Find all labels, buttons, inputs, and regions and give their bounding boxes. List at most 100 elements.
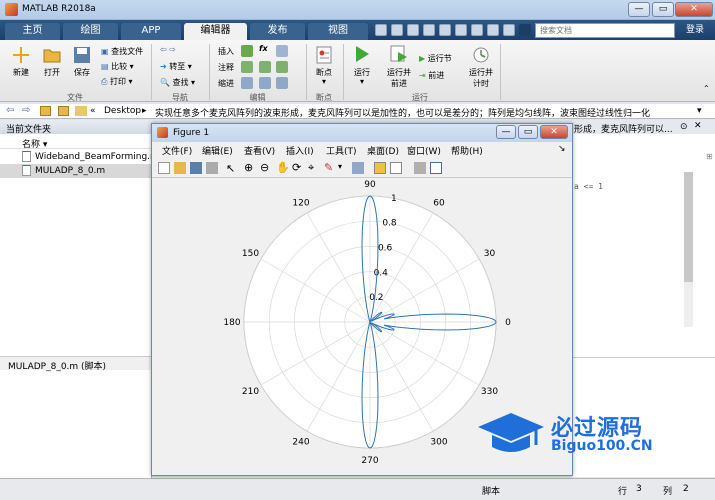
- find-files-button[interactable]: ▣ 查找文件: [101, 46, 143, 57]
- menu-view[interactable]: 查看(V): [244, 144, 275, 157]
- compare-button[interactable]: ▤ 比较 ▾: [101, 61, 134, 72]
- tab-editor[interactable]: 编辑器: [184, 23, 247, 40]
- menu-insert[interactable]: 插入(I): [286, 144, 314, 157]
- open-button[interactable]: 打开: [37, 67, 67, 78]
- insert-colorbar-icon[interactable]: [374, 162, 386, 174]
- file-item-selected[interactable]: MULADP_8_0.m: [0, 164, 152, 178]
- maximize-button[interactable]: ▭: [652, 2, 674, 17]
- quick-copy-icon[interactable]: [439, 24, 451, 36]
- title-bar: MATLAB R2018a — ▭ ✕: [0, 0, 715, 20]
- insert-legend-icon[interactable]: [390, 162, 402, 174]
- link-plot-icon[interactable]: [352, 162, 364, 174]
- forward-arrow-icon[interactable]: ⇨: [22, 105, 30, 116]
- open-folder-icon: [43, 49, 61, 63]
- quick-undo-icon[interactable]: [471, 24, 483, 36]
- insert-dropdown-icon[interactable]: [276, 45, 288, 57]
- find-icon: 🔍: [160, 78, 170, 87]
- comment-button[interactable]: 注释: [218, 62, 234, 73]
- quick-open-icon[interactable]: [391, 24, 403, 36]
- save-figure-icon[interactable]: [190, 162, 202, 174]
- file-item[interactable]: Wideband_BeamForming.m: [0, 150, 159, 164]
- menu-desktop[interactable]: 桌面(D): [367, 144, 399, 157]
- tab-home[interactable]: 主页: [5, 23, 60, 40]
- menu-window[interactable]: 窗口(W): [407, 144, 441, 157]
- indent-decrease-icon[interactable]: [276, 77, 288, 89]
- quick-switch-icon[interactable]: [503, 24, 515, 36]
- tab-plots[interactable]: 绘图: [63, 23, 118, 40]
- find-label: 查找: [172, 78, 189, 87]
- print-figure-icon[interactable]: [206, 162, 218, 174]
- menu-edit[interactable]: 编辑(E): [202, 144, 233, 157]
- minimize-button[interactable]: —: [628, 2, 650, 17]
- advance-button[interactable]: ⇥ 前进: [419, 70, 444, 81]
- scrollbar-thumb[interactable]: [684, 172, 693, 282]
- data-cursor-icon[interactable]: ⌖: [308, 161, 314, 175]
- zoom-out-icon[interactable]: ⊖: [260, 161, 269, 174]
- breadcrumb-desktop[interactable]: Desktop: [104, 106, 141, 116]
- login-button[interactable]: 登录: [679, 23, 711, 38]
- insert-section-icon[interactable]: [241, 45, 253, 57]
- quick-paste-icon[interactable]: [455, 24, 467, 36]
- save-button[interactable]: 保存: [67, 67, 97, 78]
- figure-maximize-button[interactable]: ▭: [518, 125, 538, 139]
- address-dropdown-icon[interactable]: ▾: [697, 106, 702, 116]
- figure-minimize-button[interactable]: —: [496, 125, 516, 139]
- edit-plot-icon[interactable]: ↖: [226, 162, 235, 175]
- comment-icon[interactable]: [241, 61, 253, 73]
- fx-icon[interactable]: fx: [259, 44, 268, 53]
- pan-hand-icon[interactable]: ✋: [276, 161, 290, 174]
- up-folder-icon[interactable]: [40, 106, 51, 116]
- new-button[interactable]: 新建: [6, 67, 36, 78]
- run-section-button[interactable]: ▶ 运行节: [419, 53, 452, 64]
- menu-file[interactable]: 文件(F): [162, 144, 192, 157]
- brush-dropdown-icon[interactable]: ▾: [338, 162, 342, 171]
- angle-label: 60: [433, 198, 445, 208]
- quick-cut-icon[interactable]: [423, 24, 435, 36]
- address-message: 实现任意多个麦克风阵列的波束形成，麦克风阵列可以是加性的，也可以是差分的；阵列是…: [155, 109, 651, 119]
- brush-icon[interactable]: ✎: [324, 161, 333, 174]
- m-file-icon: [22, 165, 31, 176]
- goto-button[interactable]: ➜ 转至 ▾: [160, 61, 192, 72]
- rotate-3d-icon[interactable]: ⟳: [292, 161, 301, 174]
- close-button[interactable]: ✕: [675, 2, 713, 17]
- collapse-toolstrip-icon[interactable]: ⌃: [703, 84, 710, 93]
- quick-new-icon[interactable]: [375, 24, 387, 36]
- figure-close-button[interactable]: ✕: [540, 125, 568, 139]
- back-arrow-icon[interactable]: ⇦: [6, 105, 14, 116]
- run-and-advance-button[interactable]: 运行并 前进: [383, 67, 415, 89]
- dock-figure-icon[interactable]: ↘: [558, 144, 566, 154]
- menu-tools[interactable]: 工具(T): [326, 144, 357, 157]
- tab-view[interactable]: 视图: [308, 23, 368, 40]
- quick-redo-icon[interactable]: [487, 24, 499, 36]
- insert-button[interactable]: 插入: [218, 46, 234, 57]
- find-button[interactable]: 🔍 查找 ▾: [160, 77, 195, 88]
- zoom-in-icon[interactable]: ⊕: [244, 161, 253, 174]
- column-name[interactable]: 名称 ▾: [22, 137, 47, 150]
- back-forward-icon[interactable]: ⇦ ⇨: [160, 45, 176, 54]
- run-dropdown-icon[interactable]: ▾: [346, 77, 378, 86]
- run-and-time-button[interactable]: 运行并 计时: [465, 67, 497, 89]
- hide-plot-tools-icon[interactable]: [414, 162, 426, 174]
- editor-options-icon[interactable]: ⊙: [680, 122, 688, 132]
- help-question-icon[interactable]: [519, 24, 531, 36]
- open-file-icon[interactable]: [174, 162, 186, 174]
- tab-publish[interactable]: 发布: [250, 23, 305, 40]
- indent-increase-icon[interactable]: [259, 77, 271, 89]
- breadcrumb-arrow-icon[interactable]: ▸: [142, 106, 147, 116]
- indent-button[interactable]: 缩进: [218, 78, 234, 89]
- browse-folder-icon[interactable]: [58, 106, 69, 116]
- run-play-icon: [356, 46, 369, 62]
- menu-help[interactable]: 帮助(H): [451, 144, 483, 157]
- breakpoints-dropdown-icon[interactable]: ▾: [306, 77, 342, 86]
- tab-apps[interactable]: APP: [121, 23, 181, 40]
- print-button[interactable]: ⎙ 打印 ▾: [101, 76, 133, 87]
- close-panel-icon[interactable]: ✕: [694, 121, 702, 131]
- quick-save-icon[interactable]: [407, 24, 419, 36]
- wrap-comment-icon[interactable]: [276, 61, 288, 73]
- details-bar[interactable]: MULADP_8_0.m (脚本): [0, 356, 152, 372]
- show-plot-tools-icon[interactable]: [430, 162, 442, 174]
- new-figure-icon[interactable]: [158, 162, 170, 174]
- search-documentation-input[interactable]: [535, 23, 675, 38]
- smart-indent-icon[interactable]: [241, 77, 253, 89]
- uncomment-icon[interactable]: [259, 61, 271, 73]
